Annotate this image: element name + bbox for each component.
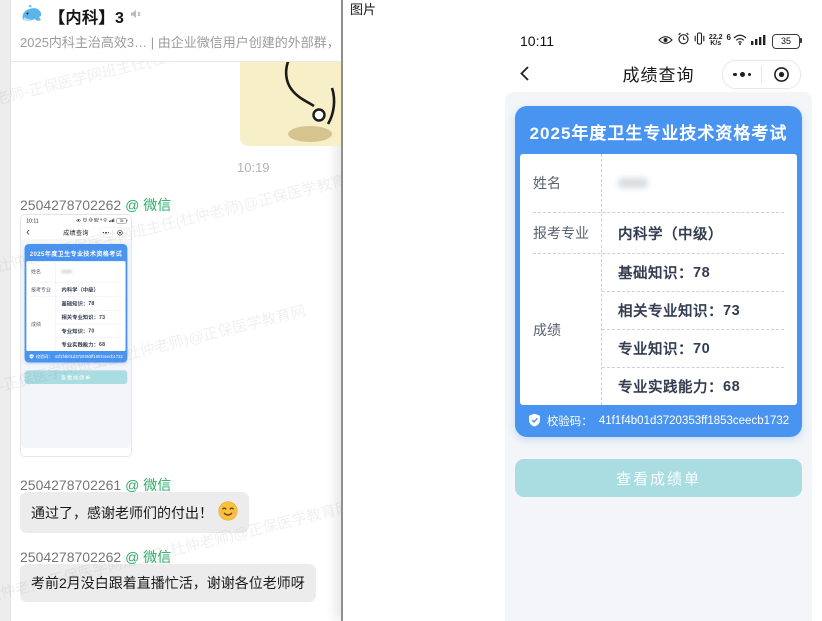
name-label: 姓名 — [533, 154, 601, 212]
checksum-row: 校验码： 41f1f4b01d3720353ff1853ceecb1732 — [515, 405, 802, 437]
capsule-target-icon — [113, 230, 127, 236]
partial-sticker-image[interactable] — [240, 48, 341, 146]
major-value: 内科学（中级） — [55, 282, 121, 296]
wechat-tag: @ 微信 — [125, 477, 171, 493]
group-subtitle: 2025内科主治高效3… | 由企业微信用户创建的外部群， — [20, 32, 341, 51]
group-title: 【内科】3 — [49, 4, 124, 28]
shield-check-icon — [528, 413, 541, 430]
checksum-label: 校验码： — [547, 413, 593, 429]
score-item: 专业知识：70 — [56, 324, 121, 337]
battery-icon: 35 — [772, 34, 800, 49]
score-item: 基础知识：78 — [602, 254, 784, 291]
signal-icon — [109, 218, 114, 224]
score-item: 专业实践能力：68 — [56, 338, 121, 351]
net-speed: 22.2K/s — [94, 218, 99, 223]
wechat-tag: @ 微信 — [125, 197, 171, 213]
previewed-image: 10:11 22.2K/s 6 35 成绩查询 — [505, 25, 812, 621]
screen: 【内科】3 2025内科主治高效3… | 由企业微信用户创建的外部群， 杜仲老师… — [0, 0, 822, 621]
message-bubble[interactable]: 考前2月没白跟着直播忙活，谢谢各位老师呀 — [20, 564, 316, 602]
exam-title: 2025年度卫生专业技术资格考试 — [25, 244, 128, 261]
image-message-thumbnail[interactable]: 10:11 22.2K/s 6 35 — [20, 214, 132, 457]
checksum-value: 41f1f4b01d3720353ff1853ceecb1732 — [55, 355, 123, 359]
back-icon — [519, 65, 530, 87]
miniprogram-capsule — [722, 60, 801, 89]
signal-icon — [751, 32, 766, 50]
name-value-redacted — [61, 270, 72, 274]
score-page: 2025年度卫生专业技术资格考试 姓名 报考专业 内科学（中级） — [505, 92, 812, 621]
miniprogram-capsule — [99, 228, 127, 238]
chat-timestamp: 10:19 — [237, 160, 270, 175]
shield-check-icon — [29, 354, 34, 360]
more-icon — [723, 72, 761, 77]
wifi-icon — [733, 32, 747, 50]
status-time: 10:11 — [520, 33, 554, 49]
chat-message-list: 杜仲老师-正保医学网班主任(杜仲老师)@正保医学教育网 杜仲老师-正保医学网班主… — [11, 58, 341, 621]
score-item: 专业实践能力：68 — [602, 368, 784, 405]
exam-title: 2025年度卫生专业技术资格考试 — [515, 106, 802, 154]
message-bubble[interactable]: 通过了，感谢老师们的付出！ — [20, 492, 249, 533]
alarm-icon — [677, 32, 690, 50]
score-page: 2025年度卫生专业技术资格考试 姓名 报考专业 内科学（中级） — [21, 239, 131, 448]
checksum-value: 41f1f4b01d3720353ff1853ceecb1732 — [599, 415, 789, 427]
window-edge-strip — [0, 0, 11, 621]
status-bar: 10:11 22.2K/s 6 35 — [505, 25, 812, 54]
score-item: 相关专业知识：73 — [602, 292, 784, 329]
wechat-tag: @ 微信 — [125, 549, 171, 565]
wifi-gen-label: 6 — [727, 33, 731, 42]
mute-icon — [129, 7, 141, 25]
eye-icon — [658, 32, 673, 50]
name-label: 姓名 — [31, 261, 55, 282]
whale-emoji-icon — [20, 4, 44, 28]
view-report-button: 查看成绩单 — [515, 459, 802, 497]
preview-title: 图片 — [350, 0, 376, 18]
alarm-icon — [83, 218, 88, 224]
major-label: 报考专业 — [533, 213, 601, 253]
status-bar: 10:11 22.2K/s 6 35 — [21, 215, 131, 225]
view-report-button: 查看成绩单 — [25, 370, 128, 384]
score-label: 成绩 — [533, 254, 601, 405]
wifi-icon — [103, 218, 108, 224]
name-value-redacted — [618, 178, 648, 188]
thumbnail-score-page: 10:11 22.2K/s 6 35 — [21, 215, 131, 456]
page-title: 成绩查询 — [63, 228, 89, 237]
score-item: 基础知识：78 — [56, 297, 121, 310]
more-icon — [99, 232, 113, 234]
checksum-label: 校验码： — [36, 354, 52, 360]
major-label: 报考专业 — [31, 282, 55, 296]
message-sender: 2504278702262 @ 微信 — [20, 195, 171, 215]
page-title: 成绩查询 — [623, 61, 695, 86]
major-value: 内科学（中级） — [601, 213, 784, 253]
nav-bar: 成绩查询 — [505, 54, 812, 92]
checksum-row: 校验码：41f1f4b01d3720353ff1853ceecb1732 — [25, 351, 128, 362]
eye-icon — [76, 218, 81, 224]
chat-header[interactable]: 【内科】3 2025内科主治高效3… | 由企业微信用户创建的外部群， — [11, 0, 341, 62]
chat-panel: 【内科】3 2025内科主治高效3… | 由企业微信用户创建的外部群， 杜仲老师… — [0, 0, 341, 621]
battery-icon: 35 — [117, 218, 127, 223]
nav-bar: 成绩查询 — [21, 225, 131, 239]
score-item: 专业知识：70 — [602, 330, 784, 367]
capsule-target-icon — [762, 66, 800, 83]
score-item: 相关专业知识：73 — [56, 311, 121, 324]
smile-emoji-icon — [218, 501, 238, 524]
score-label: 成绩 — [31, 297, 55, 351]
score-card: 2025年度卫生专业技术资格考试 姓名 报考专业 内科学（中级） — [515, 106, 802, 437]
back-icon — [26, 229, 30, 237]
net-speed: 22.2K/s — [709, 35, 723, 48]
image-preview-panel[interactable]: 图片 10:11 22.2K/s 6 35 — [341, 0, 822, 621]
score-card: 2025年度卫生专业技术资格考试 姓名 报考专业 内科学（中级） — [25, 244, 128, 362]
vibrate-icon — [694, 32, 705, 50]
vibrate-icon — [89, 218, 93, 224]
